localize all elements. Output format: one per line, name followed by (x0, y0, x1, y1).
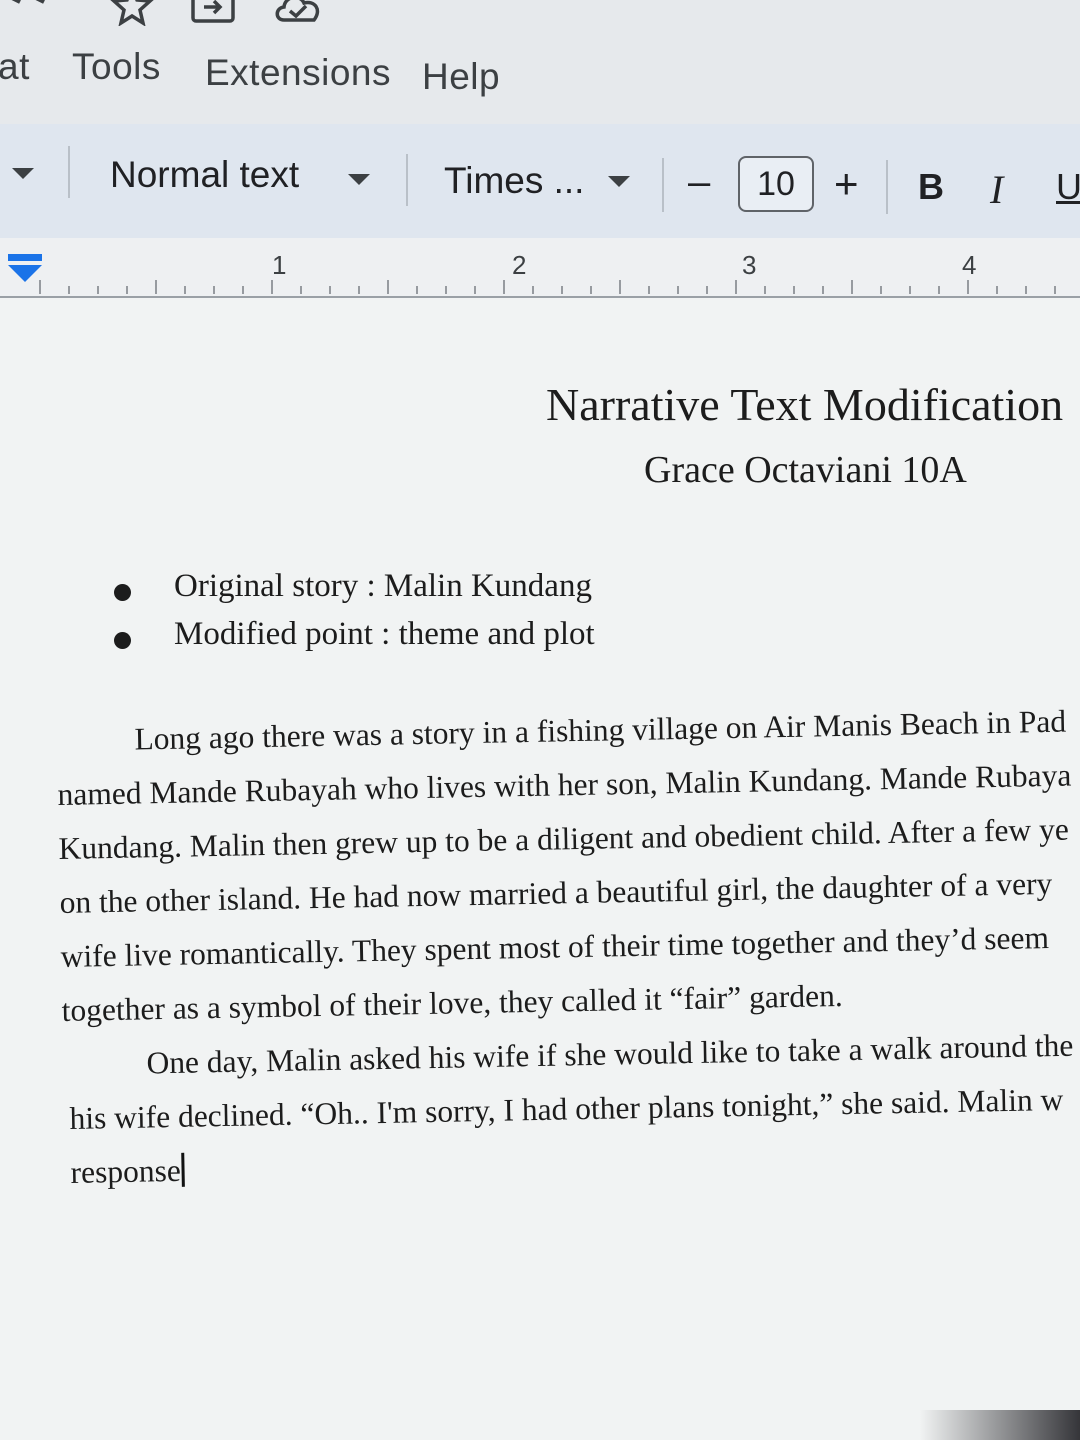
underline-button[interactable]: U (1056, 166, 1080, 208)
italic-button[interactable]: I (990, 166, 1003, 213)
document-author: Grace Octaviani 10A (644, 449, 967, 491)
bold-button[interactable]: B (918, 166, 944, 208)
font-family-select[interactable]: Times ... (444, 160, 584, 202)
ruler-number: 3 (742, 250, 757, 280)
bullet-icon (114, 584, 131, 601)
font-size-input[interactable]: 10 (738, 156, 814, 212)
menu-tools[interactable]: Tools (72, 46, 161, 88)
paragraph-2: One day, Malin asked his wife if she wou… (68, 1018, 1080, 1200)
document-page[interactable]: Narrative Text Modification Grace Octavi… (0, 298, 1080, 1440)
ruler[interactable]: 1 2 3 4 (0, 238, 1080, 298)
ruler-number: 2 (512, 250, 527, 280)
top-icon-strip (0, 0, 1080, 30)
chevron-down-icon[interactable] (12, 168, 34, 179)
screen-edge-shadow (920, 1410, 1080, 1440)
text-cursor (181, 1152, 186, 1187)
chevron-down-icon[interactable] (348, 174, 370, 185)
star-icon[interactable] (110, 0, 154, 26)
list-item-text: Original story : Malin Kundang (174, 568, 592, 604)
menu-format[interactable]: at (0, 46, 30, 88)
decrease-font-size-button[interactable]: – (688, 160, 710, 205)
toolbar-divider (886, 160, 888, 214)
paragraph-1: Long ago there was a story in a fishing … (56, 694, 1080, 1038)
document-title: Narrative Text Modification (546, 379, 1064, 430)
chevron-down-icon[interactable] (608, 176, 630, 187)
formatting-toolbar: Normal text Times ... – 10 + B I U (0, 124, 1080, 238)
paragraph-line-text: response (70, 1152, 182, 1190)
increase-font-size-button[interactable]: + (834, 160, 859, 208)
toolbar-divider (662, 158, 664, 212)
menu-bar: at Tools Extensions Help (0, 40, 1080, 104)
toolbar-divider (68, 146, 70, 198)
ruler-ticks (39, 280, 1056, 294)
move-to-folder-icon[interactable] (190, 0, 238, 26)
menu-extensions[interactable]: Extensions (205, 52, 391, 94)
ruler-number: 4 (962, 250, 977, 280)
bullet-icon (114, 632, 131, 649)
cloud-saved-icon[interactable] (272, 0, 326, 28)
toolbar-divider (406, 154, 408, 206)
paragraph-style-select[interactable]: Normal text (110, 154, 299, 196)
ruler-number: 1 (272, 250, 287, 280)
menu-help[interactable]: Help (422, 56, 500, 98)
list-item-text: Modified point : theme and plot (174, 616, 595, 652)
move-icon[interactable] (0, 0, 60, 22)
